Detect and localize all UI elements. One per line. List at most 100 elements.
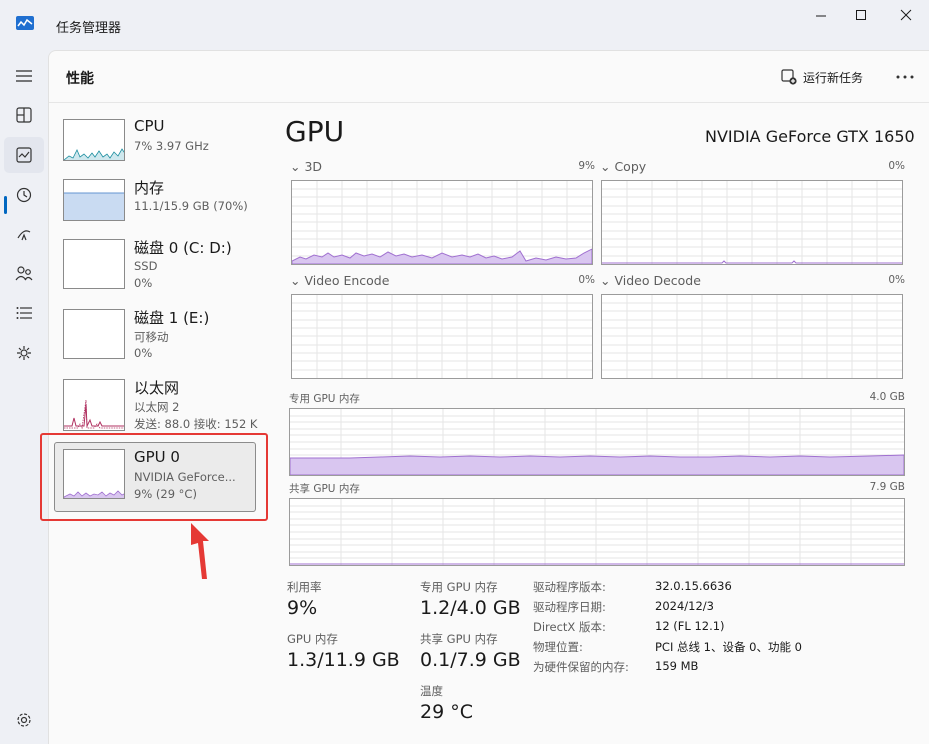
dedicated-memory-label: 专用 GPU 内存 — [289, 393, 360, 405]
more-icon — [896, 75, 914, 79]
utilization-value: 9% — [287, 597, 318, 619]
directx-version-value: 12 (FL 12.1) — [655, 619, 725, 633]
gpu-title: GPU — [285, 115, 345, 148]
page-header: 性能 运行新任务 — [49, 51, 929, 103]
device-type: SSD — [134, 259, 158, 273]
cpu-thumbnail — [63, 119, 125, 161]
shared-memory-label: 共享 GPU 内存 — [289, 483, 360, 495]
nav-details[interactable] — [4, 295, 44, 331]
temperature-label: 温度 — [420, 684, 443, 698]
navigation-rail — [0, 50, 48, 744]
device-type: 可移动 — [134, 330, 169, 344]
settings-icon — [17, 713, 31, 727]
dedicated-memory-stat-value: 1.2/4.0 GB — [420, 597, 521, 619]
annotation-highlight — [40, 433, 268, 521]
services-icon — [17, 346, 31, 360]
nav-settings[interactable] — [4, 702, 44, 738]
device-disk-0[interactable]: 磁盘 0 (C: D:) SSD 0% — [57, 237, 269, 303]
nav-services[interactable] — [4, 335, 44, 371]
engine-copy-label[interactable]: ⌄ Copy — [600, 159, 646, 174]
engine-video-decode-percent: 0% — [888, 274, 905, 286]
device-detail: 11.1/15.9 GB (70%) — [134, 199, 248, 213]
disk1-thumbnail — [63, 309, 125, 359]
title-bar: 任务管理器 — [0, 0, 929, 50]
memory-thumbnail — [63, 179, 125, 221]
shared-memory-graph — [289, 498, 905, 566]
driver-version-key: 驱动程序版本: — [533, 580, 606, 594]
close-button[interactable] — [883, 0, 929, 30]
app-icon — [16, 16, 34, 30]
users-icon — [15, 266, 33, 281]
gpu-memory-value: 1.3/11.9 GB — [287, 649, 400, 671]
maximize-icon — [856, 10, 866, 20]
driver-date-value: 2024/12/3 — [655, 599, 714, 613]
engine-3d-graph — [291, 180, 593, 265]
processes-icon — [16, 107, 32, 123]
directx-version-key: DirectX 版本: — [533, 620, 606, 634]
engine-video-encode-graph — [291, 294, 593, 379]
engine-video-encode-label[interactable]: ⌄ Video Encode — [290, 273, 389, 288]
physical-location-value: PCI 总线 1、设备 0、功能 0 — [655, 640, 802, 654]
nav-processes[interactable] — [4, 97, 44, 133]
device-name: 以太网 — [134, 379, 180, 397]
run-new-task-button[interactable]: 运行新任务 — [781, 63, 863, 91]
utilization-label: 利用率 — [287, 580, 322, 594]
device-name: 磁盘 1 (E:) — [134, 309, 210, 327]
device-detail: 7% 3.97 GHz — [134, 139, 209, 153]
page-title: 性能 — [66, 71, 94, 87]
device-memory[interactable]: 内存 11.1/15.9 GB (70%) — [57, 177, 269, 243]
nav-app-history[interactable] — [4, 177, 44, 213]
shared-memory-stat-label: 共享 GPU 内存 — [420, 632, 498, 646]
dedicated-memory-stat-label: 专用 GPU 内存 — [420, 580, 498, 594]
engine-3d-chart — [292, 181, 592, 264]
hamburger-icon — [16, 70, 32, 82]
device-cpu[interactable]: CPU 7% 3.97 GHz — [57, 117, 269, 183]
device-name: CPU — [134, 117, 165, 135]
engine-copy-chart — [602, 181, 902, 264]
run-new-task-label: 运行新任务 — [803, 70, 864, 85]
gpu-model: NVIDIA GeForce GTX 1650 — [705, 127, 915, 146]
physical-location-key: 物理位置: — [533, 640, 583, 654]
device-usage: 0% — [134, 276, 153, 290]
device-disk-1[interactable]: 磁盘 1 (E:) 可移动 0% — [57, 307, 269, 373]
startup-icon — [17, 230, 31, 241]
disk0-thumbnail — [63, 239, 125, 289]
run-task-icon — [781, 69, 797, 85]
engine-copy-percent: 0% — [888, 160, 905, 172]
performance-icon — [16, 147, 32, 163]
ethernet-thumbnail — [63, 379, 125, 431]
details-icon — [16, 307, 32, 319]
nav-users[interactable] — [4, 255, 44, 291]
dedicated-memory-graph — [289, 408, 905, 476]
reserved-memory-key: 为硬件保留的内存: — [533, 660, 629, 674]
device-usage: 0% — [134, 346, 153, 360]
arrow-annotation — [191, 523, 209, 579]
device-adapter: 以太网 2 — [134, 400, 180, 414]
shared-memory-stat-value: 0.1/7.9 GB — [420, 649, 521, 671]
shared-memory-max: 7.9 GB — [869, 481, 905, 493]
driver-date-key: 驱动程序日期: — [533, 600, 606, 614]
more-button[interactable] — [889, 63, 921, 91]
reserved-memory-value: 159 MB — [655, 659, 699, 673]
maximize-button[interactable] — [838, 0, 884, 30]
engine-video-decode-chart — [602, 295, 902, 378]
engine-video-decode-graph — [601, 294, 903, 379]
minimize-icon — [816, 15, 826, 17]
dedicated-memory-max: 4.0 GB — [869, 391, 905, 403]
device-name: 内存 — [134, 179, 165, 197]
driver-version-value: 32.0.15.6636 — [655, 579, 732, 593]
engine-copy-graph — [601, 180, 903, 265]
nav-performance[interactable] — [4, 137, 44, 173]
temperature-value: 29 °C — [420, 701, 473, 723]
device-throughput: 发送: 88.0 接收: 152 K — [134, 417, 258, 431]
engine-video-encode-chart — [292, 295, 592, 378]
engine-video-decode-label[interactable]: ⌄ Video Decode — [600, 273, 701, 288]
engine-3d-label[interactable]: ⌄ 3D — [290, 159, 322, 174]
gpu-memory-label: GPU 内存 — [287, 632, 338, 646]
dedicated-memory-chart — [290, 409, 904, 475]
shared-memory-chart — [290, 499, 904, 565]
nav-startup[interactable] — [4, 216, 44, 252]
content-pane: 性能 运行新任务 CPU 7% 3.97 GHz 内存 11.1/15.9 GB… — [40, 50, 929, 744]
hamburger-button[interactable] — [4, 58, 44, 94]
device-name: 磁盘 0 (C: D:) — [134, 239, 232, 257]
